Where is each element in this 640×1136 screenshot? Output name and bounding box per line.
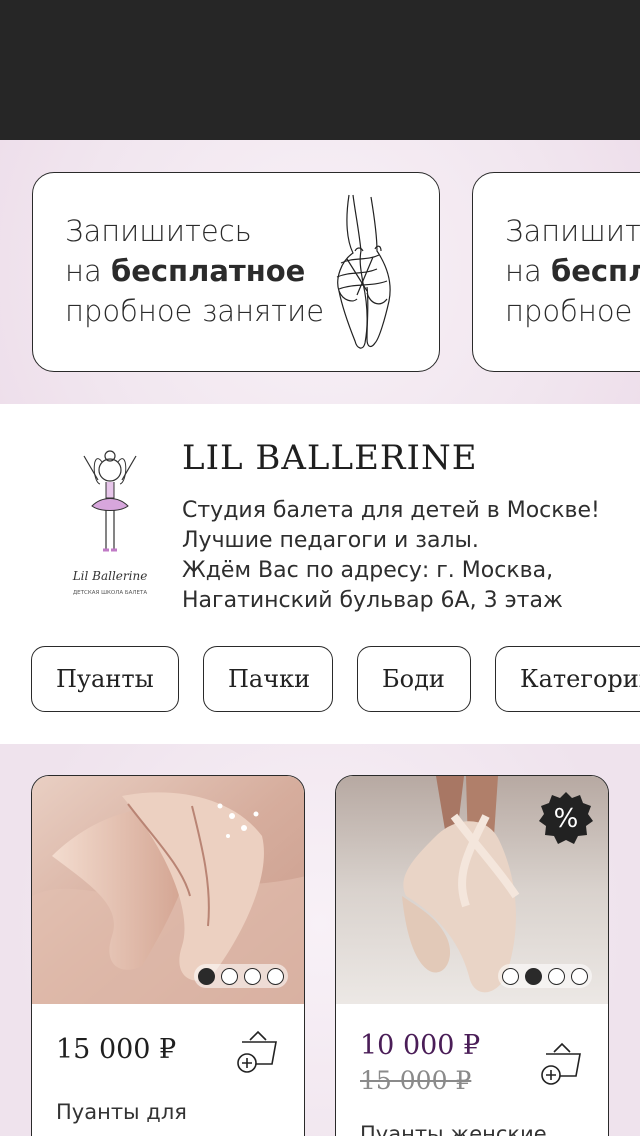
add-to-basket-icon[interactable] bbox=[540, 1040, 586, 1086]
banner-line-2: на бесплатное bbox=[65, 251, 324, 291]
logo-subtext: ДЕТСКАЯ ШКОЛА БАЛЕТА bbox=[73, 590, 147, 596]
logo-text: Lil Ballerine bbox=[72, 569, 148, 583]
banner-text: Запишитесь на бесплатное пробное занятие bbox=[505, 211, 640, 331]
promo-banner-free-trial-2[interactable]: Запишитесь на бесплатное пробное занятие bbox=[472, 172, 640, 372]
pager-dot[interactable] bbox=[571, 967, 588, 985]
banner-text: Запишитесь на бесплатное пробное занятие bbox=[65, 211, 324, 331]
banner-line-3: пробное занятие bbox=[65, 294, 325, 328]
category-pointe[interactable]: Пуанты bbox=[31, 646, 179, 712]
pager-dot[interactable] bbox=[244, 967, 261, 985]
product-card[interactable]: 15 000 ₽ Пуанты для bbox=[31, 775, 305, 1136]
product-card[interactable]: % 10 000 ₽ 15 000 ₽ Пуанты женские bbox=[335, 775, 609, 1136]
description-line: Нагатинский бульвар 6А, 3 этаж bbox=[182, 588, 563, 613]
category-all[interactable]: Категории bbox=[495, 646, 640, 712]
category-chips: Пуанты Пачки Боди Категории bbox=[0, 646, 640, 714]
promo-banner-carousel[interactable]: Запишитесь на бесплатное пробное занятие… bbox=[0, 140, 640, 404]
description-line: Студия балета для детей в Москве! bbox=[182, 498, 600, 523]
product-photo[interactable]: % bbox=[336, 776, 608, 1004]
category-tutus[interactable]: Пачки bbox=[203, 646, 333, 712]
pager-dot[interactable] bbox=[502, 967, 519, 985]
svg-text:%: % bbox=[554, 804, 579, 834]
product-name[interactable]: Пуанты женские bbox=[360, 1122, 547, 1136]
banner-line-2-bold: бесплатное bbox=[110, 254, 306, 288]
pager-dot[interactable] bbox=[548, 967, 565, 985]
banner-line-3: пробное занятие bbox=[505, 294, 640, 328]
product-price: 15 000 ₽ bbox=[56, 1034, 177, 1065]
ballerina-logo: Lil Ballerine ДЕТСКАЯ ШКОЛА БАЛЕТА bbox=[72, 450, 148, 596]
description-line: Ждём Вас по адресу: г. Москва, bbox=[182, 558, 554, 583]
product-grid: 15 000 ₽ Пуанты для % 10 000 ₽ 15 000 ₽ … bbox=[0, 744, 640, 1136]
banner-line-2: на бесплатное bbox=[505, 251, 640, 291]
percent-badge-icon: % bbox=[539, 792, 593, 844]
promo-banner-free-trial[interactable]: Запишитесь на бесплатное пробное занятие bbox=[32, 172, 440, 372]
pager-dot-active[interactable] bbox=[525, 967, 542, 985]
banner-line-2-prefix: на bbox=[65, 254, 111, 288]
pointe-shoes-sketch-icon bbox=[336, 194, 391, 349]
product-photo[interactable] bbox=[32, 776, 304, 1004]
banner-line-2-prefix: на bbox=[505, 254, 551, 288]
product-name[interactable]: Пуанты для bbox=[56, 1100, 187, 1124]
description-line: Лучшие педагоги и залы. bbox=[182, 528, 479, 553]
pager-dot[interactable] bbox=[221, 967, 238, 985]
product-old-price: 15 000 ₽ bbox=[360, 1066, 472, 1095]
studio-description: Студия балета для детей в Москве! Лучшие… bbox=[182, 496, 600, 616]
category-bodysuits[interactable]: Боди bbox=[357, 646, 471, 712]
studio-name: LIL BALLERINE bbox=[182, 438, 478, 478]
photo-pager[interactable] bbox=[498, 964, 592, 988]
banner-line-1: Запишитесь bbox=[505, 214, 640, 248]
status-bar bbox=[0, 0, 640, 140]
photo-pager[interactable] bbox=[194, 964, 288, 988]
product-sale-price: 10 000 ₽ bbox=[360, 1030, 481, 1061]
banner-line-1: Запишитесь bbox=[65, 214, 252, 248]
add-to-basket-icon[interactable] bbox=[236, 1028, 282, 1074]
pager-dot[interactable] bbox=[267, 967, 284, 985]
banner-line-2-bold: бесплатное bbox=[550, 254, 640, 288]
studio-info: Lil Ballerine ДЕТСКАЯ ШКОЛА БАЛЕТА LIL B… bbox=[0, 404, 640, 744]
pager-dot-active[interactable] bbox=[198, 967, 215, 985]
